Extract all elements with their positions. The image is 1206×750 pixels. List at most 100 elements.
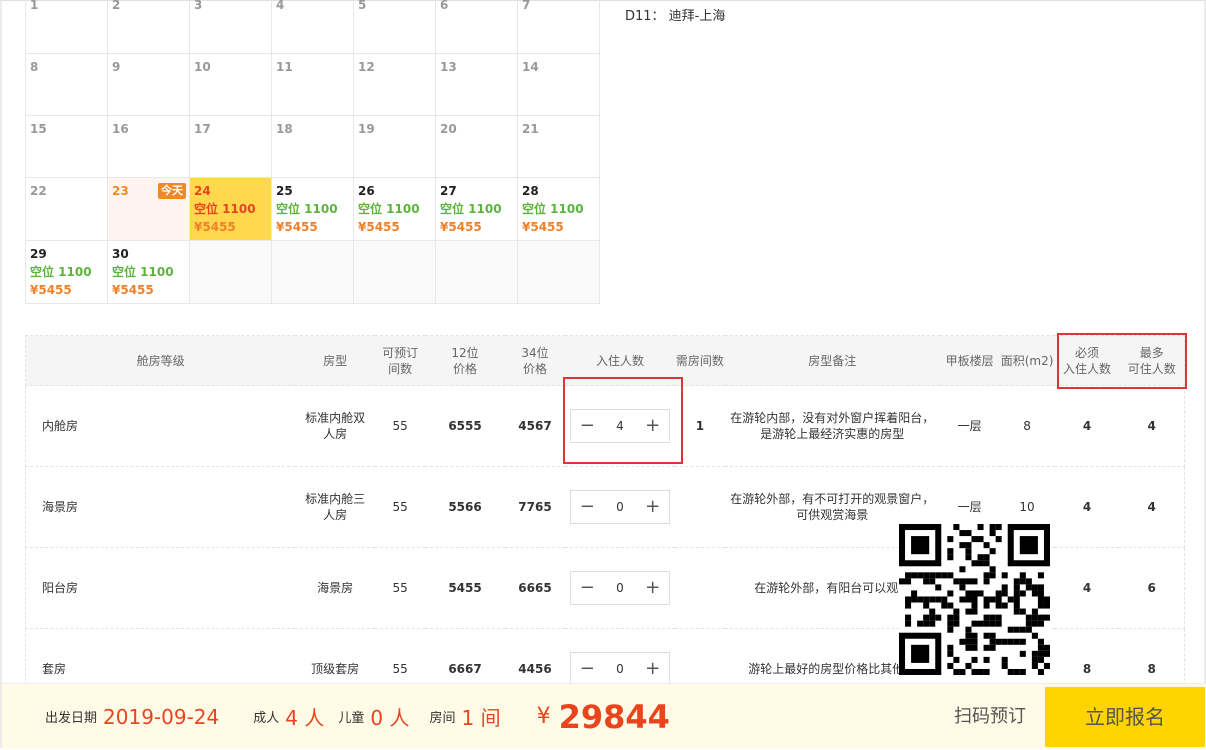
qr-module xyxy=(1013,638,1020,645)
day-number: 29 xyxy=(30,247,47,261)
qr-module xyxy=(971,596,978,603)
qr-module xyxy=(1031,662,1038,669)
qr-module xyxy=(971,578,978,585)
calendar-day: 15 xyxy=(25,115,108,178)
qr-module xyxy=(983,602,990,609)
qr-module xyxy=(1037,584,1044,591)
increment-button[interactable]: + xyxy=(636,660,669,678)
qr-module xyxy=(983,554,990,561)
header-type: 房型 xyxy=(295,335,376,386)
qr-module xyxy=(959,566,966,573)
guest-count[interactable]: 4 xyxy=(604,418,637,434)
qr-module xyxy=(965,632,972,639)
calendar-day[interactable]: 27 空位 1100 ¥5455 xyxy=(435,177,518,241)
increment-button[interactable]: + xyxy=(636,498,669,516)
calendar-day: 14 xyxy=(517,53,600,116)
qr-module xyxy=(1001,602,1008,609)
guest-stepper: − 4 + xyxy=(569,409,670,443)
qr-module xyxy=(1007,626,1014,633)
qr-module xyxy=(905,596,912,603)
qr-module xyxy=(947,602,954,609)
qr-module xyxy=(971,602,978,609)
calendar-day xyxy=(189,240,272,304)
day-price: ¥5455 xyxy=(276,220,318,234)
qr-module xyxy=(1013,584,1020,591)
day-number: 15 xyxy=(30,122,47,136)
calendar-day: 7 xyxy=(517,0,600,54)
calendar-week: 29 空位 1100 ¥5455 30 空位 1100 ¥5455 xyxy=(25,240,600,304)
qr-module xyxy=(899,578,906,585)
route-info: D11： 迪拜-上海 xyxy=(625,9,726,24)
qr-finder xyxy=(1019,536,1038,555)
qr-module xyxy=(995,536,1002,543)
qr-module xyxy=(971,620,978,627)
qr-module xyxy=(995,638,1002,645)
guest-count[interactable]: 0 xyxy=(604,499,637,515)
cabin-level[interactable]: 海景房 xyxy=(25,466,296,548)
calendar-day[interactable]: 24 空位 1100 ¥5455 xyxy=(189,177,272,241)
signup-button[interactable]: 立即报名 xyxy=(1045,687,1205,747)
today-badge: 今天 xyxy=(158,183,186,199)
qr-module xyxy=(989,614,996,621)
guest-count[interactable]: 0 xyxy=(604,580,637,596)
day-number: 19 xyxy=(358,122,375,136)
qr-module xyxy=(1037,638,1044,645)
cabin-level[interactable]: 阳台房 xyxy=(25,547,296,629)
decrement-button[interactable]: − xyxy=(571,498,604,516)
qr-module xyxy=(1031,620,1038,627)
qr-module xyxy=(983,656,990,663)
qr-module xyxy=(1001,572,1008,579)
qr-module xyxy=(1025,626,1032,633)
qr-module xyxy=(971,638,978,645)
calendar-day: 6 xyxy=(435,0,518,54)
qr-module xyxy=(971,644,978,651)
qr-module xyxy=(917,620,924,627)
calendar-day[interactable]: 25 空位 1100 ¥5455 xyxy=(271,177,354,241)
qr-module xyxy=(953,668,960,675)
qr-module xyxy=(929,578,936,585)
qr-module xyxy=(1031,608,1038,615)
qr-module xyxy=(1019,590,1026,597)
vacancy-count: 空位 1100 xyxy=(358,202,420,216)
qr-module xyxy=(995,602,1002,609)
date-label: 出发日期 xyxy=(45,711,98,726)
calendar-day: 5 xyxy=(353,0,436,54)
qr-code[interactable] xyxy=(899,524,1050,675)
increment-button[interactable]: + xyxy=(636,579,669,597)
calendar-day[interactable]: 28 空位 1100 ¥5455 xyxy=(517,177,600,241)
calendar-day: 21 xyxy=(517,115,600,178)
qr-module xyxy=(935,596,942,603)
qr-module xyxy=(989,638,996,645)
day-price: ¥5455 xyxy=(30,283,72,297)
max-guests: 6 xyxy=(1119,547,1186,629)
qr-module xyxy=(977,560,984,567)
calendar-day[interactable]: 26 空位 1100 ¥5455 xyxy=(353,177,436,241)
table-row: 内舱房 标准内舱双 人房 55 6555 4567 − 4 + 1 在游轮内部，没… xyxy=(25,385,1186,467)
qr-module xyxy=(1025,584,1032,591)
qr-module xyxy=(929,596,936,603)
departure-calendar: 1 2 3 4 5 6 7 8 9 10 11 12 13 14 15 16 17 18 19 20 21 22 23 今天 2… xyxy=(25,0,600,304)
decrement-button[interactable]: − xyxy=(571,417,604,435)
day-number: 28 xyxy=(522,184,539,198)
qr-module xyxy=(1013,602,1020,609)
calendar-day[interactable]: 30 空位 1100 ¥5455 xyxy=(107,240,190,304)
scan-to-book-button[interactable]: 扫码预订 xyxy=(954,684,1026,750)
day-number: 24 xyxy=(194,184,211,198)
calendar-day: 16 xyxy=(107,115,190,178)
guest-count[interactable]: 0 xyxy=(604,661,637,677)
guest-stepper: − 0 + xyxy=(569,652,670,686)
deck-level: 一层 xyxy=(939,385,1000,467)
day-number: 12 xyxy=(358,60,375,74)
vacancy-count: 空位 1100 xyxy=(30,265,92,279)
qr-module xyxy=(1043,596,1050,603)
qr-module xyxy=(983,644,990,651)
decrement-button[interactable]: − xyxy=(571,660,604,678)
cabin-level[interactable]: 内舱房 xyxy=(25,385,296,467)
qr-module xyxy=(1025,578,1032,585)
day-number: 30 xyxy=(112,247,129,261)
qr-module xyxy=(977,536,984,543)
decrement-button[interactable]: − xyxy=(571,579,604,597)
qr-module xyxy=(965,596,972,603)
increment-button[interactable]: + xyxy=(636,417,669,435)
calendar-day[interactable]: 29 空位 1100 ¥5455 xyxy=(25,240,108,304)
